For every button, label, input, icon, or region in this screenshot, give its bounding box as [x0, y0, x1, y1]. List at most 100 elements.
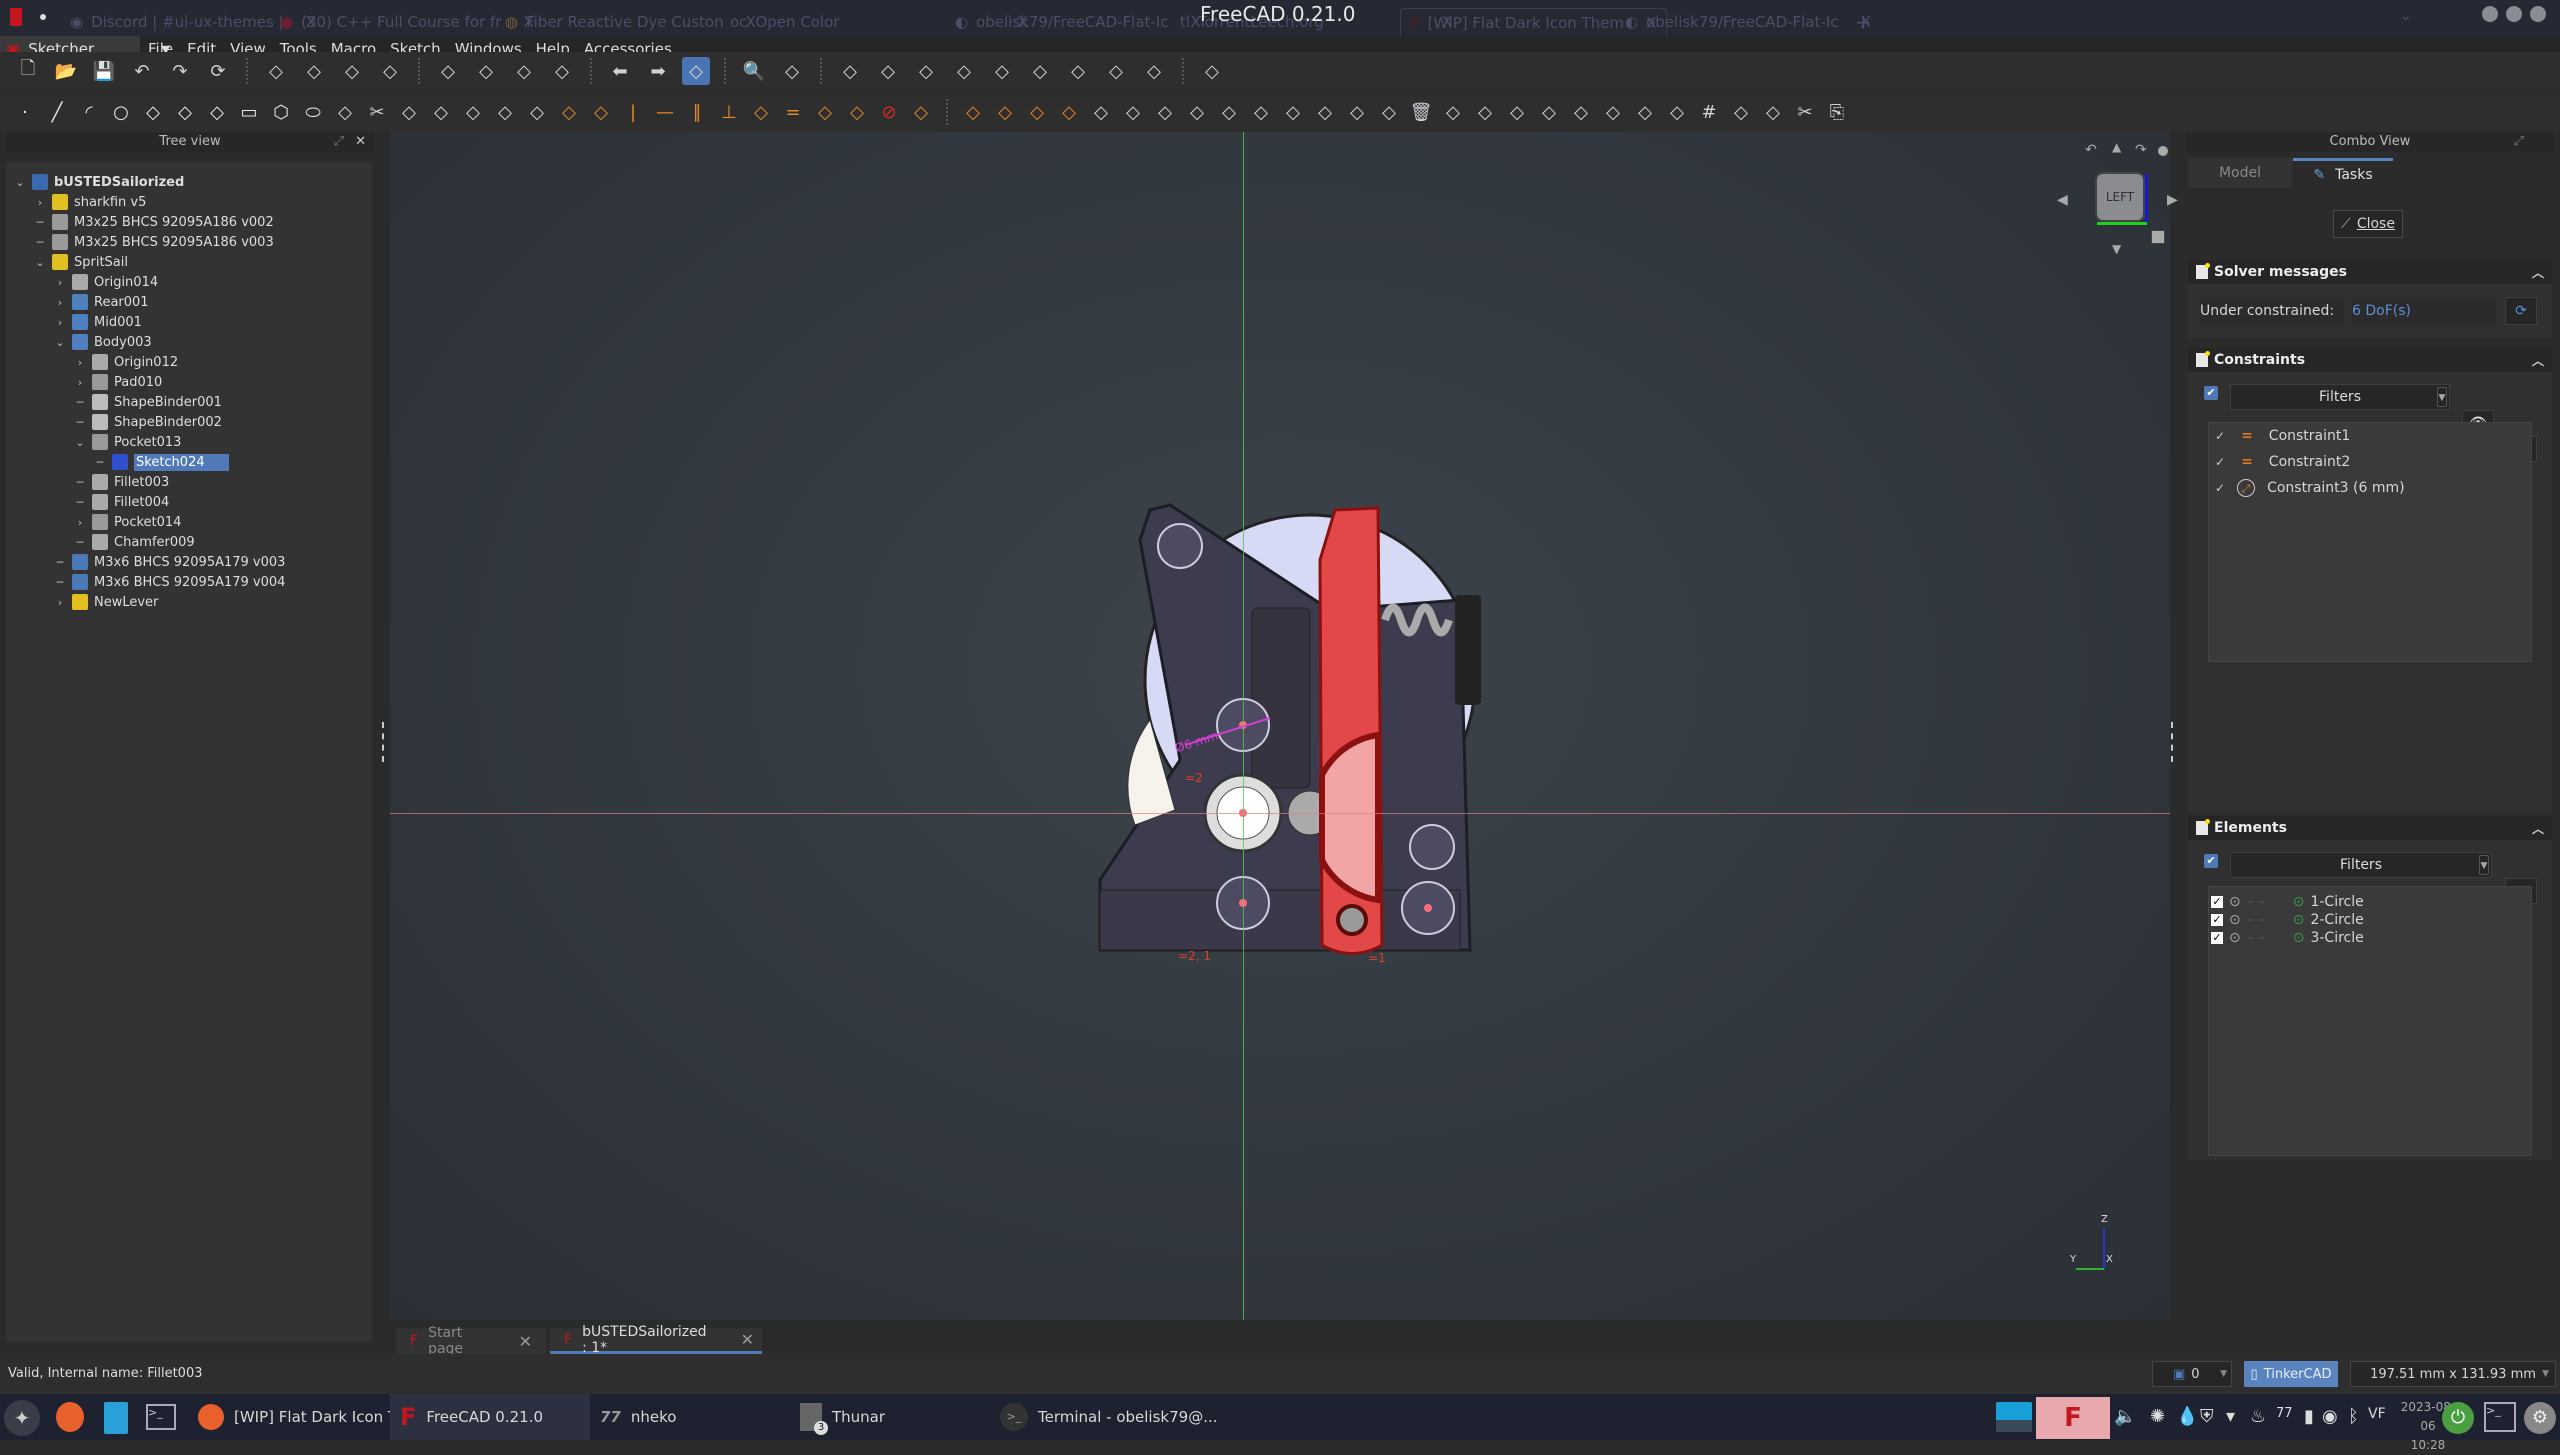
- tree-item[interactable]: › NewLever: [54, 592, 158, 612]
- remove-axes-alignment-button[interactable]: ◇: [1634, 98, 1656, 126]
- constraints-header[interactable]: Constraints ︿: [2188, 348, 2552, 372]
- constraints-select-all-checkbox[interactable]: ✔: [2204, 386, 2218, 400]
- isometric-button[interactable]: ◇: [778, 57, 806, 85]
- file-manager-launcher-icon[interactable]: [104, 1402, 128, 1434]
- trim-button[interactable]: ✂: [366, 98, 388, 126]
- nheko-tray-icon[interactable]: 77: [2276, 1406, 2293, 1421]
- macro-edit-button[interactable]: ◇: [338, 57, 366, 85]
- expand-down-icon[interactable]: ⌄: [54, 336, 66, 349]
- splitter-handle[interactable]: [382, 722, 384, 762]
- equal-constraint-label[interactable]: =1: [1368, 951, 1386, 965]
- clone-button[interactable]: ◇: [1506, 98, 1528, 126]
- rear-view-button[interactable]: ◇: [950, 57, 978, 85]
- tree-item[interactable]: ─ Fillet004: [74, 492, 169, 512]
- copy-button[interactable]: ◇: [1538, 98, 1560, 126]
- open-file-button[interactable]: 📂: [52, 57, 80, 85]
- dimension-readout[interactable]: 197.51 mm x 131.93 mm ▼: [2350, 1361, 2556, 1387]
- constrain-horizontal-distance-button[interactable]: ◇: [910, 98, 932, 126]
- tray-freecad-icon[interactable]: F: [2036, 1397, 2110, 1439]
- list-item[interactable]: ✓ ⊙ – – ⊙ 3-Circle: [2209, 929, 2531, 947]
- bspline-button[interactable]: ◇: [174, 98, 196, 126]
- collapse-icon[interactable]: ︿: [2532, 820, 2544, 837]
- std-zoom-button[interactable]: 🔍: [740, 57, 768, 85]
- tree-item[interactable]: › Origin014: [54, 272, 158, 292]
- tree-item[interactable]: ─ Chamfer009: [74, 532, 195, 552]
- droplet-icon[interactable]: 💧: [2176, 1406, 2198, 1427]
- constrain-symmetric-button[interactable]: ◇: [814, 98, 836, 126]
- redo-button[interactable]: ↷: [166, 57, 194, 85]
- macro-execute-button[interactable]: ◇: [376, 57, 404, 85]
- task-terminal[interactable]: >_ Terminal - obelisk79@...: [990, 1394, 1228, 1440]
- tree-item[interactable]: ─ M3x6 BHCS 92095A179 v003: [54, 552, 285, 572]
- select-conflicting-button[interactable]: ◇: [1186, 98, 1208, 126]
- tab-document[interactable]: F bUSTEDSailorized : 1* ✕: [550, 1324, 762, 1356]
- task-thunar[interactable]: 3 Thunar: [790, 1394, 895, 1440]
- tree-item[interactable]: ⌄ SpritSail: [34, 252, 128, 272]
- equal-constraint-label[interactable]: =2, 1: [1178, 949, 1211, 963]
- validate-sketch-button[interactable]: ◇: [1474, 98, 1496, 126]
- top-view-button[interactable]: ◇: [874, 57, 902, 85]
- bluetooth-icon[interactable]: ᛒ: [2348, 1406, 2359, 1427]
- flame-icon[interactable]: ♨: [2250, 1406, 2266, 1427]
- fillet-button[interactable]: ◇: [334, 98, 356, 126]
- expand-right-icon[interactable]: ›: [74, 516, 86, 529]
- elements-filter-dropdown[interactable]: Filters ▼: [2230, 852, 2492, 878]
- elements-header[interactable]: Elements ︿: [2188, 816, 2552, 840]
- slot-button[interactable]: ⬭: [302, 98, 324, 126]
- shield-info-icon[interactable]: ⛨: [2200, 1406, 2214, 1427]
- close-panel-icon[interactable]: ✕: [355, 132, 366, 152]
- view-3d-button[interactable]: ◇: [1198, 57, 1226, 85]
- constrain-point-on-object-button[interactable]: ◇: [590, 98, 612, 126]
- show-all-geometry-button[interactable]: ◇: [1666, 98, 1688, 126]
- expand-right-icon[interactable]: ›: [54, 316, 66, 329]
- sync-view-button[interactable]: ◇: [682, 57, 710, 85]
- delete-all-button[interactable]: 🗑: [1410, 98, 1433, 126]
- expand-right-icon[interactable]: ›: [74, 356, 86, 369]
- carbon-copy-button[interactable]: ◇: [494, 98, 516, 126]
- nav-menu-icon[interactable]: [2158, 146, 2168, 156]
- tree-item[interactable]: ─ M3x6 BHCS 92095A179 v004: [54, 572, 285, 592]
- front-view-button[interactable]: ◇: [836, 57, 864, 85]
- snap-button[interactable]: ◇: [1730, 98, 1752, 126]
- tab-list-chevron-icon[interactable]: ⌄: [2400, 8, 2412, 24]
- terminal-launcher-icon[interactable]: >_: [146, 1404, 176, 1430]
- constrain-equal-button[interactable]: =: [782, 98, 804, 126]
- task-nheko[interactable]: 77 nheko: [590, 1394, 686, 1440]
- measure-button[interactable]: ◇: [1064, 57, 1092, 85]
- draw-style-button[interactable]: ◇: [510, 57, 538, 85]
- tree-item[interactable]: ─ ShapeBinder001: [74, 392, 222, 412]
- checkbox[interactable]: ✓: [2211, 932, 2223, 944]
- start-menu-icon[interactable]: ✦: [4, 1400, 40, 1436]
- nav-left-arrow-icon[interactable]: ◀: [2057, 192, 2068, 208]
- select-origin-button[interactable]: ◇: [1250, 98, 1272, 126]
- nav-right-arrow-icon[interactable]: ▶: [2167, 192, 2178, 208]
- elements-select-all-checkbox[interactable]: ✔: [2204, 854, 2218, 868]
- select-redundant-button[interactable]: ◇: [1218, 98, 1240, 126]
- constrain-block-button[interactable]: ◇: [846, 98, 868, 126]
- constrain-vertical-button[interactable]: |: [622, 98, 644, 126]
- logout-icon[interactable]: ⏻: [2442, 1402, 2474, 1434]
- list-item[interactable]: ✓ ⊙ – – ⊙ 1-Circle: [2209, 893, 2531, 911]
- navigation-cube[interactable]: ↶ ▲ ↷ ◀ ▶ LEFT ▼: [2055, 140, 2185, 262]
- bounding-box-button[interactable]: ◇: [548, 57, 576, 85]
- rotate-cw-icon[interactable]: ↷: [2135, 142, 2147, 158]
- new-tab-button[interactable]: +: [1855, 8, 1872, 36]
- browser-tab[interactable]: ◐ obelisk79/FreeCAD-Flat-Ic X: [955, 8, 1201, 36]
- checkbox[interactable]: ✓: [2215, 481, 2225, 495]
- constrain-lock-button[interactable]: ⊘: [878, 98, 900, 126]
- switch-virtual-space-button[interactable]: ◇: [1122, 98, 1144, 126]
- list-item[interactable]: ✓ ⤢ Constraint3 (6 mm): [2209, 475, 2531, 501]
- browser-tab[interactable]: ◐ obelisk79/FreeCAD-Flat-Ic X: [1625, 8, 1871, 36]
- extend-button[interactable]: ◇: [398, 98, 420, 126]
- expand-down-icon[interactable]: ⌄: [74, 436, 86, 449]
- tree-item[interactable]: › Pad010: [74, 372, 162, 392]
- list-item[interactable]: ✓ = Constraint2: [2209, 449, 2531, 475]
- list-item[interactable]: ✓ ⊙ – – ⊙ 2-Circle: [2209, 911, 2531, 929]
- solver-messages-header[interactable]: Solver messages ︿: [2188, 260, 2552, 284]
- close-button[interactable]: ⟋ Close: [2333, 210, 2403, 238]
- constrain-radius-button[interactable]: ◇: [1026, 98, 1048, 126]
- bottom-view-button[interactable]: ◇: [988, 57, 1016, 85]
- tab-model[interactable]: Model: [2188, 158, 2292, 188]
- new-file-button[interactable]: 🗋: [14, 57, 42, 85]
- constrain-vertical-distance-button[interactable]: ◇: [962, 98, 984, 126]
